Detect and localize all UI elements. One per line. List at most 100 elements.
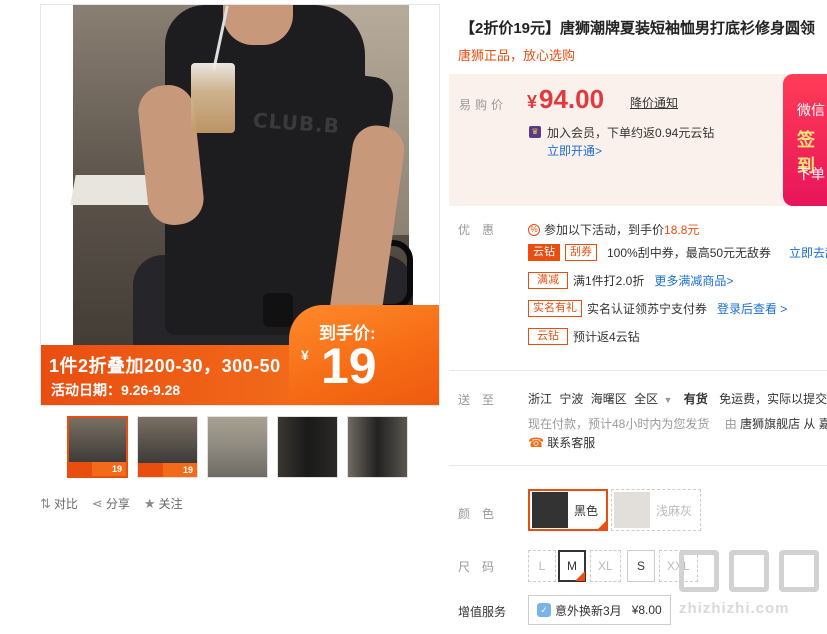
- size-option-l[interactable]: L: [528, 550, 556, 582]
- star-icon: ★: [143, 495, 156, 511]
- promo-summary: % 参加以下活动，到手价 18.8元: [528, 221, 699, 238]
- watermark-text: zhizhizhi.com: [679, 600, 790, 617]
- promo-text: 实名认证领苏宁支付券: [587, 302, 708, 316]
- size-label: 尺码: [458, 560, 507, 574]
- promo-line-1: 1件2折叠加200-30，300-50: [49, 356, 281, 376]
- accidental-replacement-option[interactable]: ✓ 意外换新3月 ¥8.00: [528, 595, 671, 625]
- color-option-lightgray[interactable]: 浅麻灰: [611, 489, 702, 531]
- favorite-label: 关注: [158, 497, 183, 511]
- selected-corner-icon: [575, 571, 585, 581]
- promo-text: 预计返4云钻: [573, 330, 640, 344]
- share-label: 分享: [105, 497, 130, 511]
- promo-currency: ¥: [301, 347, 309, 363]
- login-view-link[interactable]: 登录后查看 >: [717, 300, 787, 317]
- share-button[interactable]: ⋖ 分享: [92, 495, 130, 512]
- thumbnail-badge: 19: [163, 463, 197, 477]
- promo-row-discount: 满减 满1件打2.0折 更多满减商品>: [528, 272, 733, 289]
- shipping-note: 现在付款，预计48小时内为您发货 由 唐狮旗舰店 从 嘉: [528, 415, 827, 432]
- price-drop-notify-link[interactable]: 降价通知: [630, 94, 678, 111]
- product-subtitle: 唐狮正品，放心选购: [458, 48, 576, 63]
- divider: [449, 370, 827, 371]
- color-option-black[interactable]: 黑色: [528, 489, 609, 531]
- size-option-xl[interactable]: XL: [590, 550, 621, 582]
- thumbnail-4[interactable]: [277, 416, 338, 478]
- promotions-label: 优惠: [458, 223, 507, 237]
- wechat-signin-banner[interactable]: 微信 签到 下单: [783, 74, 827, 206]
- seller-name[interactable]: 唐狮旗舰店: [740, 417, 800, 431]
- promo-dates: 活动日期：9.26-9.28: [51, 382, 181, 398]
- discount-icon: %: [528, 223, 540, 236]
- compare-label: 对比: [53, 497, 78, 511]
- shipping-label: 送至: [458, 393, 507, 407]
- promo-banner: 1件2折叠加200-30，300-50 活动日期：9.26-9.28: [41, 345, 303, 405]
- promo-row-yunzuan: 云钻 预计返4云钻: [528, 328, 640, 345]
- compare-icon: ⇅: [40, 495, 51, 511]
- color-label: 颜色: [458, 507, 507, 521]
- thumbnail-5[interactable]: [347, 416, 408, 478]
- headset-icon: ☎: [528, 434, 545, 450]
- divider: [449, 465, 827, 466]
- main-product-image[interactable]: CLUB.B 1件2折叠加200-30，300-50 活动日期：9.26-9.2…: [40, 4, 440, 406]
- promo-price-badge: 到手价: ¥ 19: [289, 305, 439, 405]
- promo-row-coupon: 云钻 刮券 100%刮中券，最高50元无敌券 立即去刮: [528, 244, 827, 261]
- banner-line-1: 微信: [797, 102, 825, 118]
- thumbnail-3[interactable]: [207, 416, 268, 478]
- value-added-label: 增值服务: [458, 605, 507, 619]
- vas-option-price: ¥8.00: [631, 603, 662, 617]
- promo-text: 满1件打2.0折: [573, 274, 645, 288]
- thumbnail-2[interactable]: 19: [137, 416, 198, 478]
- promo-tag: 云钻: [528, 328, 568, 345]
- seller-suffix: 从 嘉: [803, 417, 827, 431]
- price-currency: ¥: [527, 92, 538, 112]
- size-option-s[interactable]: S: [627, 550, 655, 582]
- color-swatch: [532, 492, 568, 528]
- region-selector[interactable]: 浙江 宁波 海曙区 全区 ▼: [528, 392, 684, 406]
- more-discount-link[interactable]: 更多满减商品>: [654, 272, 733, 289]
- color-option-label: 黑色: [574, 503, 599, 518]
- region-area: 全区: [634, 392, 659, 406]
- promo-tag: 满减: [528, 272, 568, 289]
- promo-tag: 刮券: [565, 244, 597, 261]
- vip-open-link[interactable]: 立即开通>: [547, 142, 602, 159]
- shipping-row: 浙江 宁波 海曙区 全区 ▼ 有货 免运费，实际以提交订: [528, 390, 827, 407]
- chevron-down-icon: ▼: [663, 395, 673, 405]
- size-option-xxl[interactable]: XXL: [659, 550, 698, 582]
- shield-icon: ✓: [537, 603, 551, 617]
- vas-option-label: 意外换新3月: [555, 603, 622, 618]
- region-province: 浙江: [528, 392, 553, 406]
- thumbnail-badge: 19: [92, 462, 126, 476]
- region-district: 海曙区: [590, 392, 627, 406]
- size-option-m[interactable]: M: [558, 550, 586, 582]
- vip-text: 加入会员，下单约返0.94元云钻: [547, 126, 715, 140]
- banner-line-3: 下单: [797, 166, 825, 182]
- promo-summary-price: 18.8元: [664, 223, 700, 237]
- shipping-fee: 免运费，实际以提交订: [719, 392, 827, 406]
- thumbnail-strip: 19 19: [67, 416, 408, 478]
- promo-summary-text: 参加以下活动，到手价: [544, 223, 665, 237]
- thumbnail-1[interactable]: 19: [67, 416, 128, 478]
- promo-tag: 云钻: [528, 244, 560, 261]
- promo-price: 19: [321, 338, 377, 394]
- share-icon: ⋖: [91, 495, 103, 511]
- color-option-label: 浅麻灰: [656, 503, 693, 518]
- vip-crown-icon: ♛: [529, 126, 541, 138]
- promo-text: 100%刮中券，最高50元无敌券: [607, 246, 772, 260]
- favorite-button[interactable]: ★ 关注: [144, 495, 183, 512]
- delivery-estimate: 现在付款，预计48小时内为您发货: [528, 417, 710, 431]
- seller-prefix: 由: [724, 417, 737, 431]
- contact-service-label: 联系客服: [547, 436, 596, 450]
- stock-status: 有货: [683, 392, 708, 406]
- promo-tag: 实名有礼: [528, 300, 582, 317]
- region-city: 宁波: [559, 392, 584, 406]
- contact-service-button[interactable]: ☎ 联系客服: [528, 434, 595, 451]
- scratch-coupon-link[interactable]: 立即去刮: [789, 244, 827, 261]
- price-label: 易购价: [459, 98, 508, 112]
- price-value: 94.00: [539, 84, 605, 114]
- color-swatch: [614, 492, 650, 528]
- product-title: 【2折价19元】唐狮潮牌夏装短袖恤男打底衫修身圆领: [460, 20, 816, 37]
- gallery-actions: ⇅ 对比 ⋖ 分享 ★ 关注: [40, 495, 183, 512]
- selected-corner-icon: [597, 520, 608, 530]
- price-box: 易购价 ¥ 94.00 降价通知 ♛ 加入会员，下单约返0.94元云钻 立即开通…: [449, 74, 827, 206]
- promo-row-realname: 实名有礼 实名认证领苏宁支付券 登录后查看 >: [528, 300, 787, 317]
- compare-button[interactable]: ⇅ 对比: [40, 495, 78, 512]
